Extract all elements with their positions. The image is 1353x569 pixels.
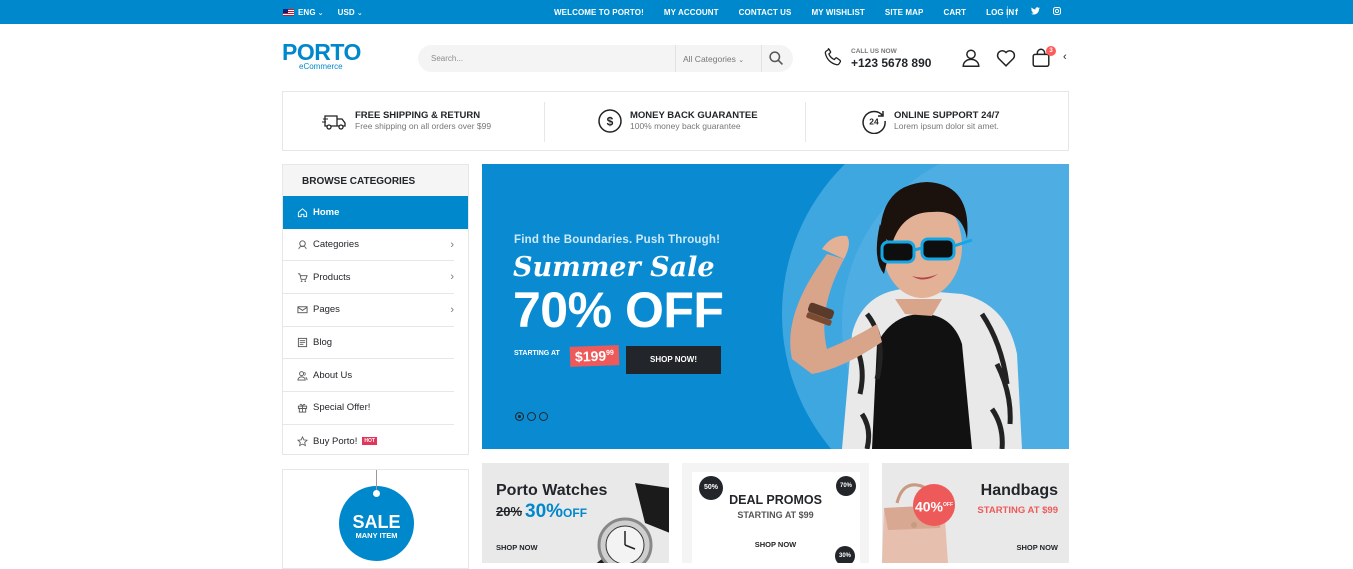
language-switcher[interactable]: ENG ⌄: [283, 8, 324, 17]
user-icon[interactable]: [960, 47, 982, 69]
shop-now-link[interactable]: SHOP NOW: [1016, 543, 1058, 552]
sidebar-item-special-offer[interactable]: Special Offer!: [283, 392, 454, 425]
link-site-map[interactable]: SITE MAP: [885, 8, 924, 17]
categories-icon: [298, 240, 307, 250]
link-contact-us[interactable]: CONTACT US: [739, 8, 792, 17]
sidebar-item-about-us[interactable]: About Us: [283, 359, 454, 393]
hero-model-image: [790, 182, 1022, 449]
feature-money-back: $ MONEY BACK GUARANTEE 100% money back gu…: [597, 92, 758, 150]
link-log-in[interactable]: LOG IN: [986, 8, 1014, 17]
watch-image: [596, 483, 669, 563]
category-select[interactable]: All Categories ⌄: [675, 45, 762, 72]
svg-text:$: $: [607, 115, 614, 129]
link-welcome[interactable]: WELCOME TO PORTO!: [554, 8, 644, 17]
shop-now-link[interactable]: SHOP NOW: [682, 540, 869, 549]
chevron-down-icon: ⌄: [738, 57, 745, 64]
slider-dots: [515, 412, 548, 421]
feature-online-support: 24 ONLINE SUPPORT 24/7 Lorem ipsum dolor …: [861, 92, 1000, 150]
sidebar-title: BROWSE CATEGORIES: [283, 165, 468, 196]
search-bar: Search... All Categories ⌄: [418, 45, 793, 72]
sidebar-item-buy-porto[interactable]: Buy Porto! HOT: [283, 425, 454, 458]
chevron-right-icon: ›: [450, 304, 454, 317]
link-my-wishlist[interactable]: MY WISHLIST: [812, 8, 865, 17]
divider: [544, 102, 545, 142]
site-logo[interactable]: PORTO eCommerce: [282, 40, 361, 71]
hot-badge: HOT: [362, 437, 377, 446]
shop-now-link[interactable]: SHOP NOW: [496, 543, 538, 552]
slider-dot-3[interactable]: [539, 412, 548, 421]
slider-dot-1[interactable]: [515, 412, 524, 421]
banner-discount: 30%OFF: [525, 501, 588, 522]
top-links: WELCOME TO PORTO! MY ACCOUNT CONTACT US …: [554, 0, 1034, 24]
us-flag-icon: [283, 8, 294, 16]
hero-slider[interactable]: Find the Boundaries. Push Through! Summe…: [482, 164, 1069, 449]
gift-icon: [297, 404, 308, 414]
search-input[interactable]: Search...: [431, 54, 463, 63]
social-links: f: [1006, 0, 1062, 24]
sale-tag: SALE MANY ITEM: [339, 470, 414, 561]
search-icon[interactable]: [768, 50, 785, 67]
currency-switcher[interactable]: USD ⌄: [338, 8, 363, 17]
sidebar-item-home[interactable]: Home: [283, 196, 468, 229]
banner-deal-promos[interactable]: 50% 70% 30% DEAL PROMOS STARTING AT $99 …: [682, 463, 869, 563]
link-my-account[interactable]: MY ACCOUNT: [664, 8, 719, 17]
sidebar-item-products[interactable]: Products ›: [283, 261, 454, 295]
top-bar: ENG ⌄ USD ⌄ WELCOME TO PORTO! MY ACCOUNT C…: [0, 0, 1353, 24]
link-cart[interactable]: CART: [944, 8, 967, 17]
phone-number: +123 5678 890: [851, 56, 932, 70]
home-icon: [297, 208, 308, 217]
truck-icon: [322, 115, 346, 130]
chevron-down-icon: ⌄: [356, 9, 363, 17]
chevron-down-icon: ⌄: [317, 9, 324, 17]
chevron-right-icon: ›: [450, 271, 454, 284]
instagram-icon[interactable]: [1053, 7, 1062, 17]
discount-badge: 40%OFF: [913, 484, 955, 526]
feature-free-shipping: FREE SHIPPING & RETURN Free shipping on a…: [322, 92, 491, 150]
phone-icon: [824, 47, 842, 66]
envelope-icon: [297, 306, 308, 314]
chevron-right-icon: ›: [450, 238, 454, 251]
heart-icon[interactable]: [995, 47, 1017, 69]
sidebar-item-pages[interactable]: Pages ›: [283, 294, 454, 327]
dollar-icon: $: [598, 109, 622, 133]
support-24-icon: 24: [862, 110, 886, 134]
shop-now-button[interactable]: SHOP NOW!: [626, 346, 721, 374]
sidebar-item-categories[interactable]: Categories ›: [283, 229, 454, 262]
star-icon: [297, 435, 308, 447]
tag-hole: [373, 490, 380, 497]
basket-icon: [297, 273, 308, 282]
chevron-left-icon[interactable]: ‹: [1063, 51, 1067, 63]
banner-porto-watches[interactable]: Porto Watches 20% 30%OFF SHOP NOW: [482, 463, 669, 563]
tag-string: [376, 470, 377, 492]
users-icon: [297, 370, 308, 381]
facebook-icon[interactable]: f: [1015, 7, 1018, 17]
divider: [805, 102, 806, 142]
cart-count-badge: 3: [1046, 46, 1056, 56]
svg-text:24: 24: [869, 117, 879, 127]
features-strip: FREE SHIPPING & RETURN Free shipping on a…: [282, 91, 1069, 151]
sale-promo-card[interactable]: SALE MANY ITEM: [282, 469, 469, 569]
twitter-icon[interactable]: [1031, 7, 1041, 17]
banner-handbags[interactable]: 40%OFF Handbags STARTING AT $99 SHOP NOW: [882, 463, 1069, 563]
slider-dot-2[interactable]: [527, 412, 536, 421]
blog-icon: [297, 338, 308, 348]
hero-price-tag: $19999: [569, 345, 620, 367]
sidebar-item-blog[interactable]: Blog: [283, 327, 454, 360]
browse-categories: BROWSE CATEGORIES Home Categories › Prod…: [282, 164, 469, 455]
